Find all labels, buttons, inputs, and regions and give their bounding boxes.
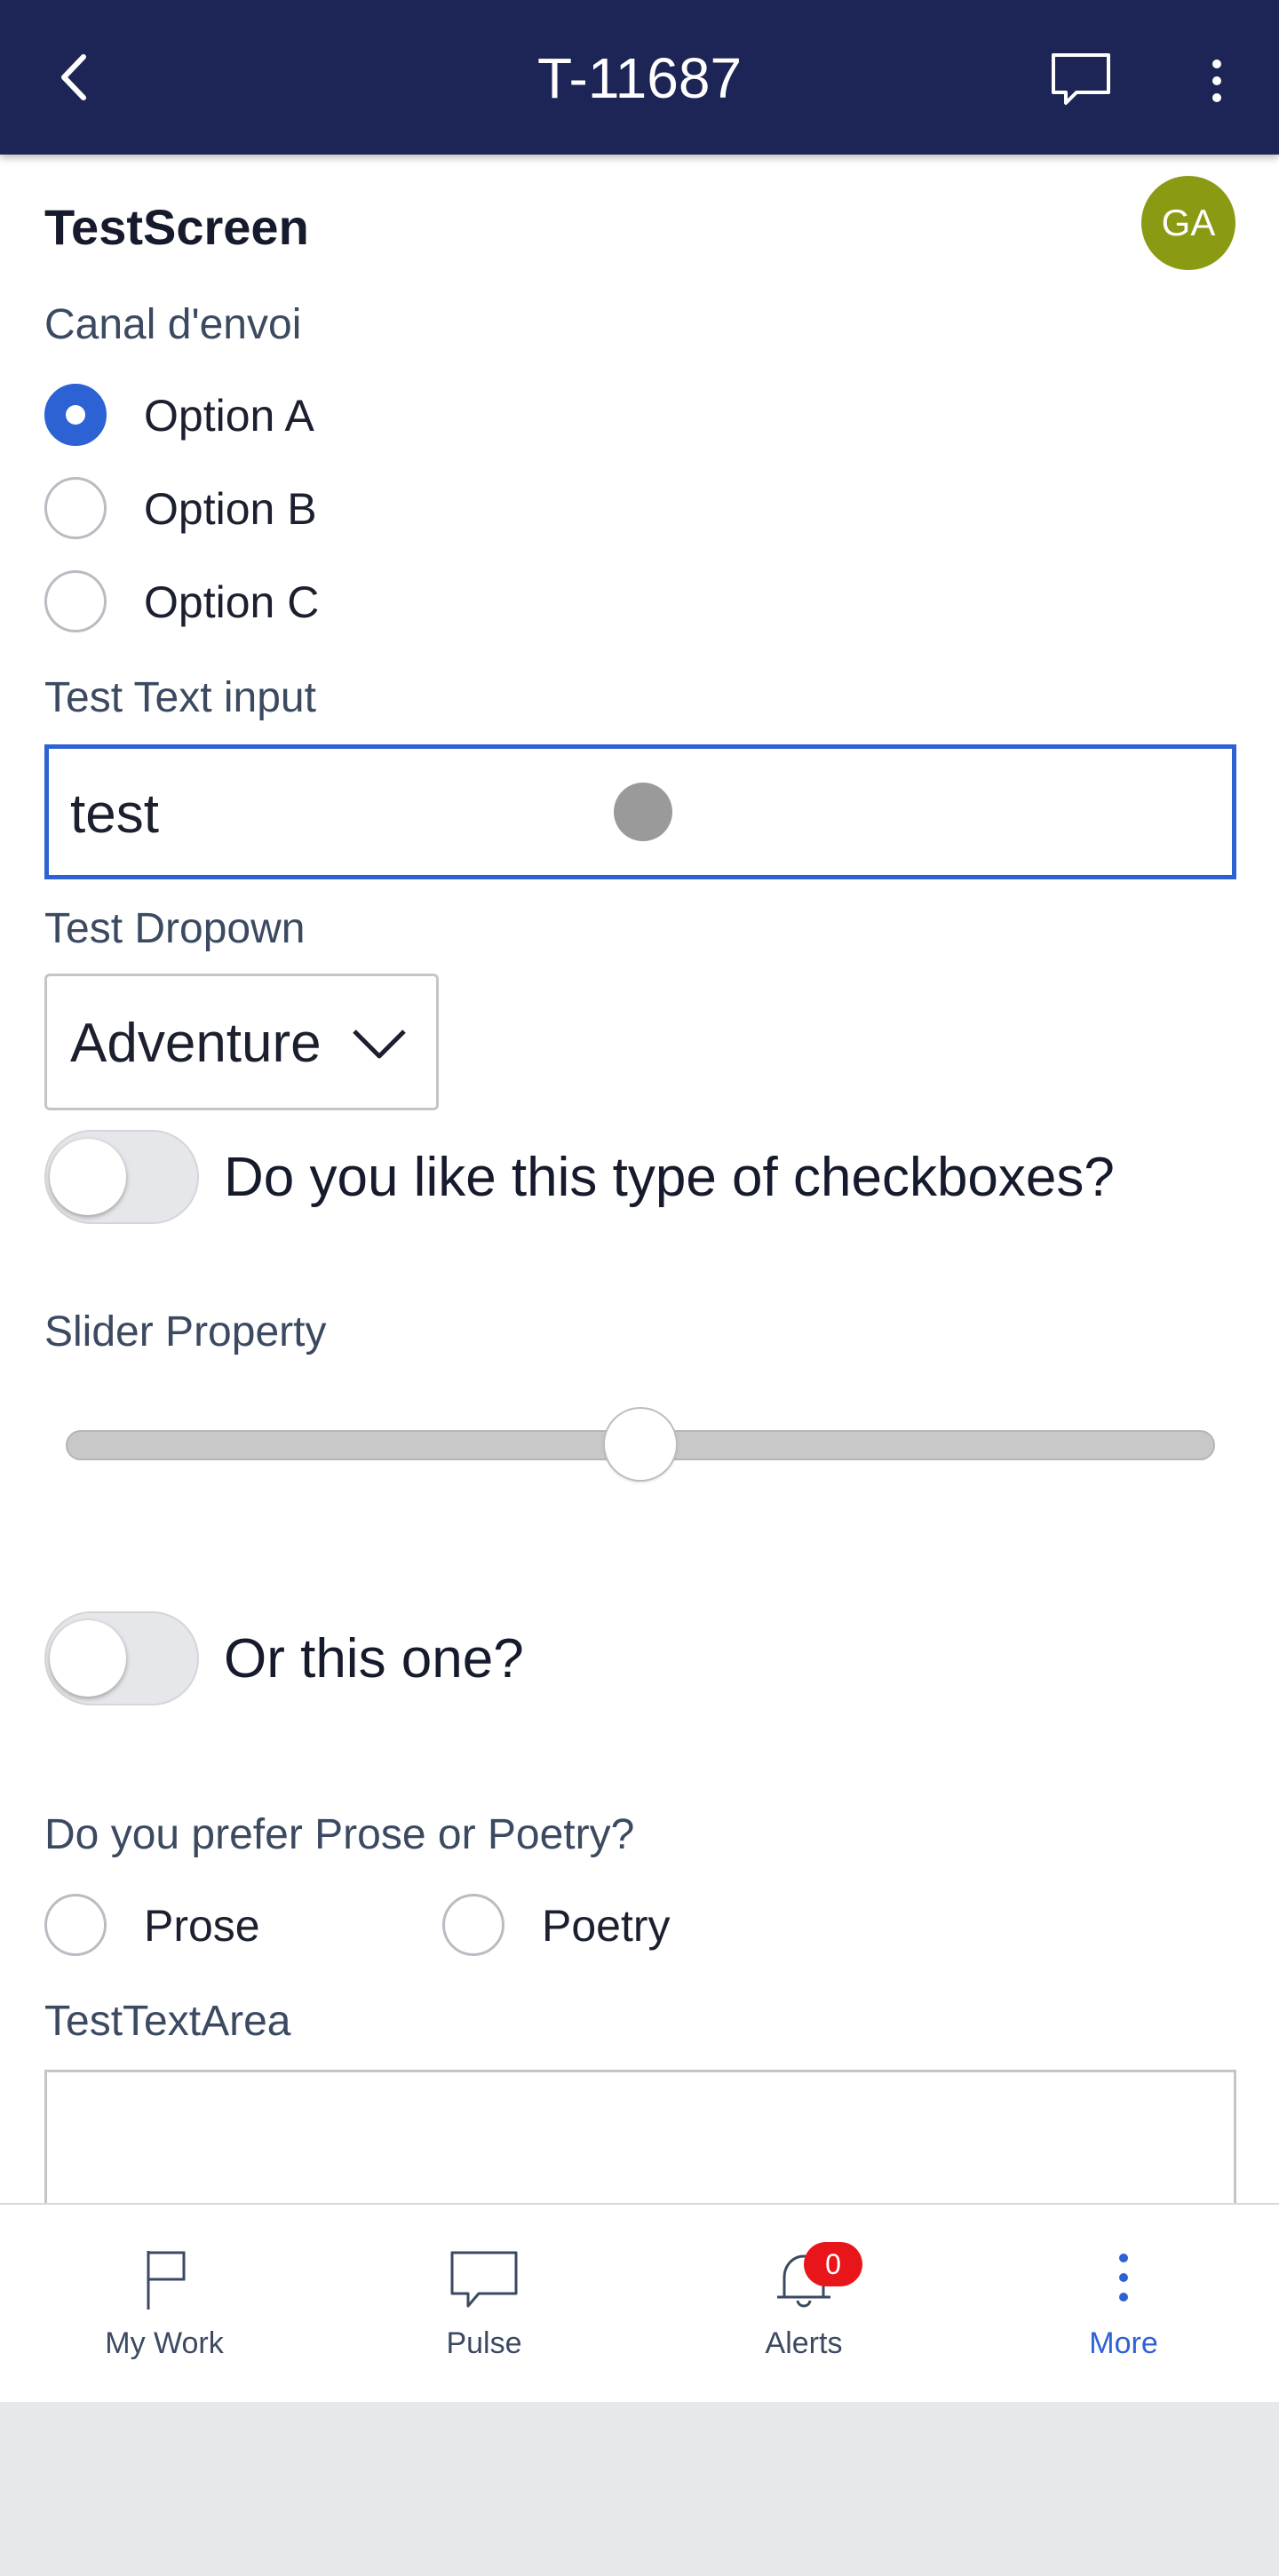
nav-item-more[interactable]: More <box>964 2205 1279 2402</box>
chevron-down-icon <box>353 1030 406 1059</box>
radio-option-a-label[interactable]: Option A <box>144 387 314 444</box>
system-bar-area <box>0 2400 1279 2576</box>
radio-option-c-label[interactable]: Option C <box>144 574 319 631</box>
more-vertical-icon <box>1119 2254 1128 2302</box>
screen-title: TestScreen <box>44 199 309 255</box>
radio-option-b-label[interactable]: Option B <box>144 481 317 537</box>
checkbox-toggle-2[interactable] <box>44 1611 199 1705</box>
checkbox-toggle-1[interactable] <box>44 1130 199 1224</box>
radio-poetry[interactable] <box>442 1894 504 1956</box>
prose-poetry-label: Do you prefer Prose or Poetry? <box>44 1811 635 1858</box>
radio-option-c[interactable] <box>44 570 107 632</box>
alerts-count-badge: 0 <box>804 2242 862 2286</box>
nav-label-alerts: Alerts <box>765 2326 843 2360</box>
touch-indicator <box>614 783 672 841</box>
test-text-input[interactable]: test <box>44 744 1236 879</box>
avatar[interactable]: GA <box>1141 176 1235 270</box>
nav-label-pulse: Pulse <box>446 2326 522 2360</box>
chat-bubble-icon <box>450 2251 518 2308</box>
text-input-label: Test Text input <box>44 674 316 721</box>
toggle-knob <box>50 1620 126 1697</box>
flag-icon <box>147 2251 186 2310</box>
toggle-2-label: Or this one? <box>224 1628 524 1690</box>
toggle-knob <box>50 1139 126 1215</box>
radio-prose-label[interactable]: Prose <box>144 1897 260 1954</box>
nav-item-alerts[interactable]: 0 Alerts <box>644 2205 964 2402</box>
nav-item-my-work[interactable]: My Work <box>4 2205 324 2402</box>
text-input-value[interactable]: test <box>70 781 159 848</box>
toggle-1-label: Do you like this type of checkboxes? <box>224 1147 1115 1208</box>
nav-label-more: More <box>1089 2326 1158 2360</box>
bottom-navigation: My Work Pulse 0 Alerts More <box>0 2203 1279 2402</box>
chat-icon[interactable] <box>1050 52 1112 108</box>
radio-option-b[interactable] <box>44 477 107 539</box>
dropdown-value: Adventure <box>70 1013 322 1074</box>
textarea-label: TestTextArea <box>44 1998 291 2045</box>
canal-label: Canal d'envoi <box>44 301 302 348</box>
more-options-icon[interactable] <box>1199 50 1235 112</box>
radio-poetry-label[interactable]: Poetry <box>542 1897 671 1954</box>
slider-thumb[interactable] <box>605 1409 676 1480</box>
slider-label: Slider Property <box>44 1308 327 1356</box>
test-dropdown[interactable]: Adventure <box>44 974 439 1110</box>
app-header: T-11687 <box>0 0 1279 155</box>
nav-label-my-work: My Work <box>105 2326 224 2360</box>
radio-option-a[interactable] <box>44 384 107 446</box>
nav-item-pulse[interactable]: Pulse <box>324 2205 644 2402</box>
dropdown-label: Test Dropown <box>44 905 306 952</box>
radio-prose[interactable] <box>44 1894 107 1956</box>
